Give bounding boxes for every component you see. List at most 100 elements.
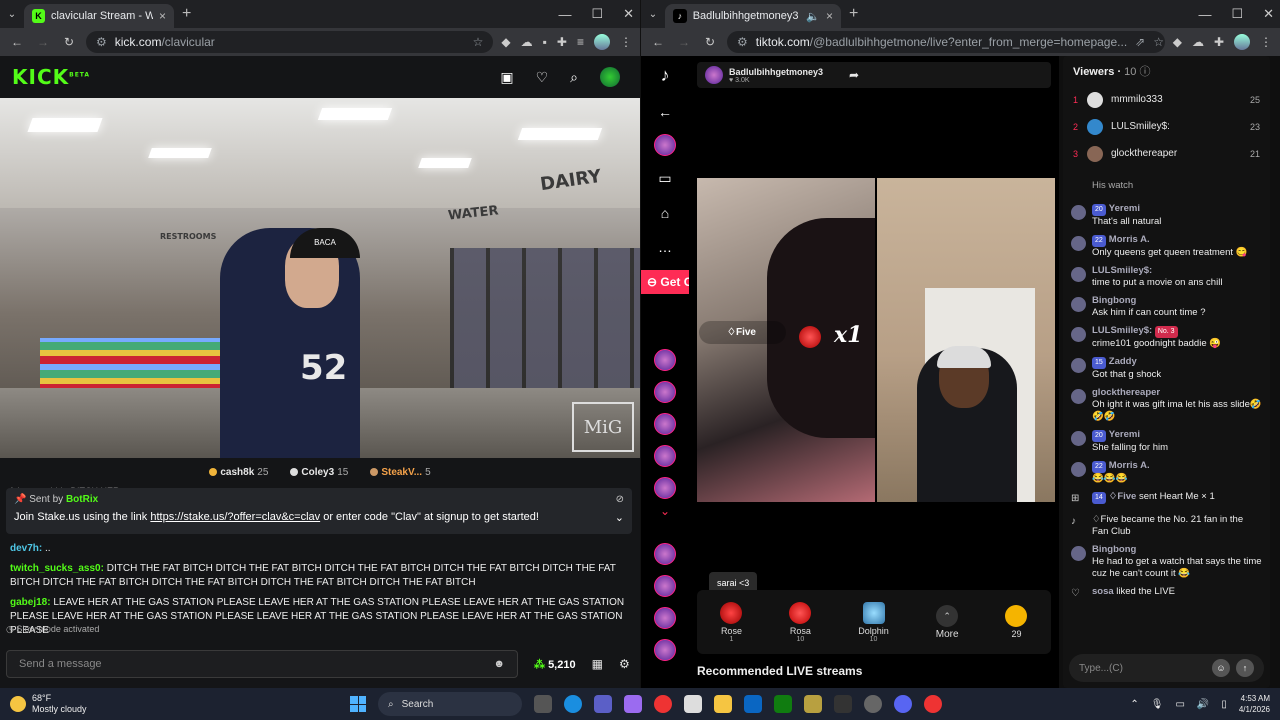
chat-user[interactable]: sosa bbox=[1092, 586, 1114, 597]
task-view-icon[interactable] bbox=[534, 695, 552, 713]
host-avatar[interactable] bbox=[705, 66, 723, 84]
gift-rose[interactable]: Rose 1 bbox=[720, 601, 743, 643]
back-arrow-icon[interactable]: ← bbox=[658, 104, 672, 120]
url-field[interactable]: ⚙ tiktok.com/@badlulbihhgetmone/live?ent… bbox=[727, 31, 1165, 53]
chat-user[interactable]: LULSmiiley$: bbox=[1092, 325, 1152, 336]
chat-input[interactable]: Type...(C) ☺ ↑ bbox=[1069, 654, 1264, 682]
info-icon[interactable]: ⓘ bbox=[1139, 66, 1150, 78]
store-icon[interactable] bbox=[684, 695, 702, 713]
site-info-icon[interactable]: ⚙ bbox=[96, 35, 107, 49]
copilot-icon[interactable] bbox=[624, 695, 642, 713]
chat-avatar[interactable] bbox=[1071, 546, 1086, 561]
viewer-row[interactable]: 3 glockthereaper 21 bbox=[1063, 140, 1270, 167]
minimize-icon[interactable]: — bbox=[1198, 7, 1211, 22]
gifter-2[interactable]: Coley3 15 bbox=[290, 467, 348, 478]
emoji-icon[interactable]: ☺ bbox=[1212, 659, 1230, 677]
close-tab-icon[interactable]: × bbox=[826, 9, 833, 23]
puzzle-icon[interactable]: ✚ bbox=[557, 35, 567, 49]
app-icon[interactable] bbox=[744, 695, 762, 713]
app-icon[interactable] bbox=[804, 695, 822, 713]
reload-icon[interactable]: ↻ bbox=[701, 35, 719, 49]
reload-icon[interactable]: ↻ bbox=[60, 35, 78, 49]
profile-avatar[interactable] bbox=[1234, 34, 1250, 50]
stake-link[interactable]: https://stake.us/?offer=clav&c=clav bbox=[150, 511, 320, 523]
close-tab-icon[interactable]: × bbox=[159, 9, 166, 23]
chat-avatar[interactable] bbox=[1071, 462, 1086, 477]
live-avatar[interactable] bbox=[654, 413, 676, 435]
battery-icon[interactable]: ▯ bbox=[1221, 699, 1227, 710]
windows-start-icon[interactable] bbox=[350, 696, 366, 712]
epic-games-icon[interactable] bbox=[834, 695, 852, 713]
live-avatar[interactable] bbox=[654, 543, 676, 565]
chat-user[interactable]: Morris A. bbox=[1109, 460, 1150, 471]
chevron-down-icon[interactable]: ⌄ bbox=[615, 511, 624, 524]
chat-user[interactable]: Zaddy bbox=[1109, 356, 1137, 367]
back-icon[interactable]: ← bbox=[8, 35, 26, 49]
search-icon[interactable]: ⌕ bbox=[570, 69, 578, 86]
chat-user[interactable]: twitch_sucks_ass0: bbox=[10, 563, 104, 574]
menu-icon[interactable]: ⋮ bbox=[1260, 35, 1272, 49]
following-icon[interactable]: ▣ bbox=[500, 69, 513, 86]
xbox-icon[interactable] bbox=[774, 695, 792, 713]
video-camera-icon[interactable]: ▭ bbox=[658, 170, 671, 187]
live-avatar[interactable] bbox=[654, 349, 676, 371]
chat-user[interactable]: LULSmiiley$: bbox=[1092, 265, 1222, 277]
forward-icon[interactable]: → bbox=[675, 35, 693, 49]
clock[interactable]: 4:53 AM 4/1/2026 bbox=[1239, 693, 1270, 715]
account-avatar[interactable] bbox=[654, 134, 676, 156]
taskbar-search[interactable]: ⌕ Search bbox=[378, 692, 522, 716]
live-avatar[interactable] bbox=[654, 381, 676, 403]
profile-avatar[interactable] bbox=[594, 34, 610, 50]
app-icon[interactable] bbox=[864, 695, 882, 713]
new-tab-icon[interactable]: + bbox=[849, 5, 858, 23]
coin-balance[interactable]: 29 bbox=[1005, 605, 1028, 639]
cloud-icon[interactable]: ☁ bbox=[521, 35, 533, 49]
extension-icon[interactable]: ◆ bbox=[501, 35, 510, 49]
tiktok-logo-icon[interactable]: ♪ bbox=[661, 65, 670, 86]
cloud-icon[interactable]: ☁ bbox=[1192, 35, 1204, 49]
tab-tiktok[interactable]: ♪ Badlulbihhgetmoney3 (@b 🔈 × bbox=[665, 4, 841, 28]
viewer-row[interactable]: 1 mmmilo333 25 bbox=[1063, 86, 1270, 113]
emoji-icon[interactable]: ☻ bbox=[493, 658, 505, 670]
tab-kick[interactable]: K clavicular Stream - Watch Live o × bbox=[24, 4, 174, 28]
more-dots-icon[interactable]: … bbox=[658, 239, 672, 255]
weather-widget[interactable]: 68°F Mostly cloudy bbox=[0, 693, 87, 715]
chrome-icon[interactable] bbox=[654, 695, 672, 713]
chat-avatar[interactable] bbox=[1071, 389, 1086, 404]
new-tab-icon[interactable]: + bbox=[182, 5, 191, 23]
gifter-3[interactable]: SteakV... 5 bbox=[370, 467, 431, 478]
chat-user[interactable]: ♢Five bbox=[1109, 491, 1137, 502]
tab-search-icon[interactable]: ⌄ bbox=[0, 9, 24, 20]
kick-logo[interactable]: KICKBETA bbox=[12, 65, 90, 89]
forward-icon[interactable]: → bbox=[34, 35, 52, 49]
close-window-icon[interactable]: ✕ bbox=[1263, 6, 1274, 22]
live-avatar[interactable] bbox=[654, 639, 676, 661]
puzzle-icon[interactable]: ✚ bbox=[1214, 35, 1224, 49]
gift-dolphin[interactable]: Dolphin 10 bbox=[858, 601, 889, 643]
chat-user[interactable]: Bingbong bbox=[1092, 544, 1262, 556]
gifter-1[interactable]: cash8k 25 bbox=[209, 467, 268, 478]
chat-user[interactable]: Yeremi bbox=[1109, 203, 1140, 214]
url-field[interactable]: ⚙ kick.com/clavicular ☆ bbox=[86, 31, 494, 53]
host-name[interactable]: Badlulbihhgetmoney3 bbox=[729, 67, 823, 77]
share-icon[interactable]: ➦ bbox=[849, 68, 859, 82]
discord-icon[interactable] bbox=[894, 695, 912, 713]
chat-avatar[interactable] bbox=[1071, 431, 1086, 446]
more-gifts-button[interactable]: ⌃ More bbox=[936, 604, 959, 640]
volume-icon[interactable]: 🔊 bbox=[1197, 699, 1209, 710]
guest-camera-right[interactable] bbox=[877, 178, 1055, 502]
heart-icon[interactable]: ♡ bbox=[536, 69, 549, 86]
edge-icon[interactable] bbox=[564, 695, 582, 713]
send-arrow-icon[interactable]: ↑ bbox=[1236, 659, 1254, 677]
tab-search-icon[interactable]: ⌄ bbox=[641, 9, 665, 20]
speaker-icon[interactable]: 🔈 bbox=[806, 10, 820, 23]
chevron-up-icon[interactable]: ⌃ bbox=[1130, 699, 1138, 710]
chat-user[interactable]: Bingbong bbox=[1092, 295, 1206, 307]
channel-points[interactable]: ⁂ 5,210 bbox=[534, 658, 576, 671]
minimize-icon[interactable]: — bbox=[558, 7, 571, 22]
extension-icon[interactable]: ▪ bbox=[543, 35, 547, 49]
chat-avatar[interactable] bbox=[1071, 205, 1086, 220]
chat-user[interactable]: Yeremi bbox=[1109, 429, 1140, 440]
settings-gear-icon[interactable]: ⚙ bbox=[619, 657, 630, 671]
close-window-icon[interactable]: ✕ bbox=[623, 6, 634, 22]
